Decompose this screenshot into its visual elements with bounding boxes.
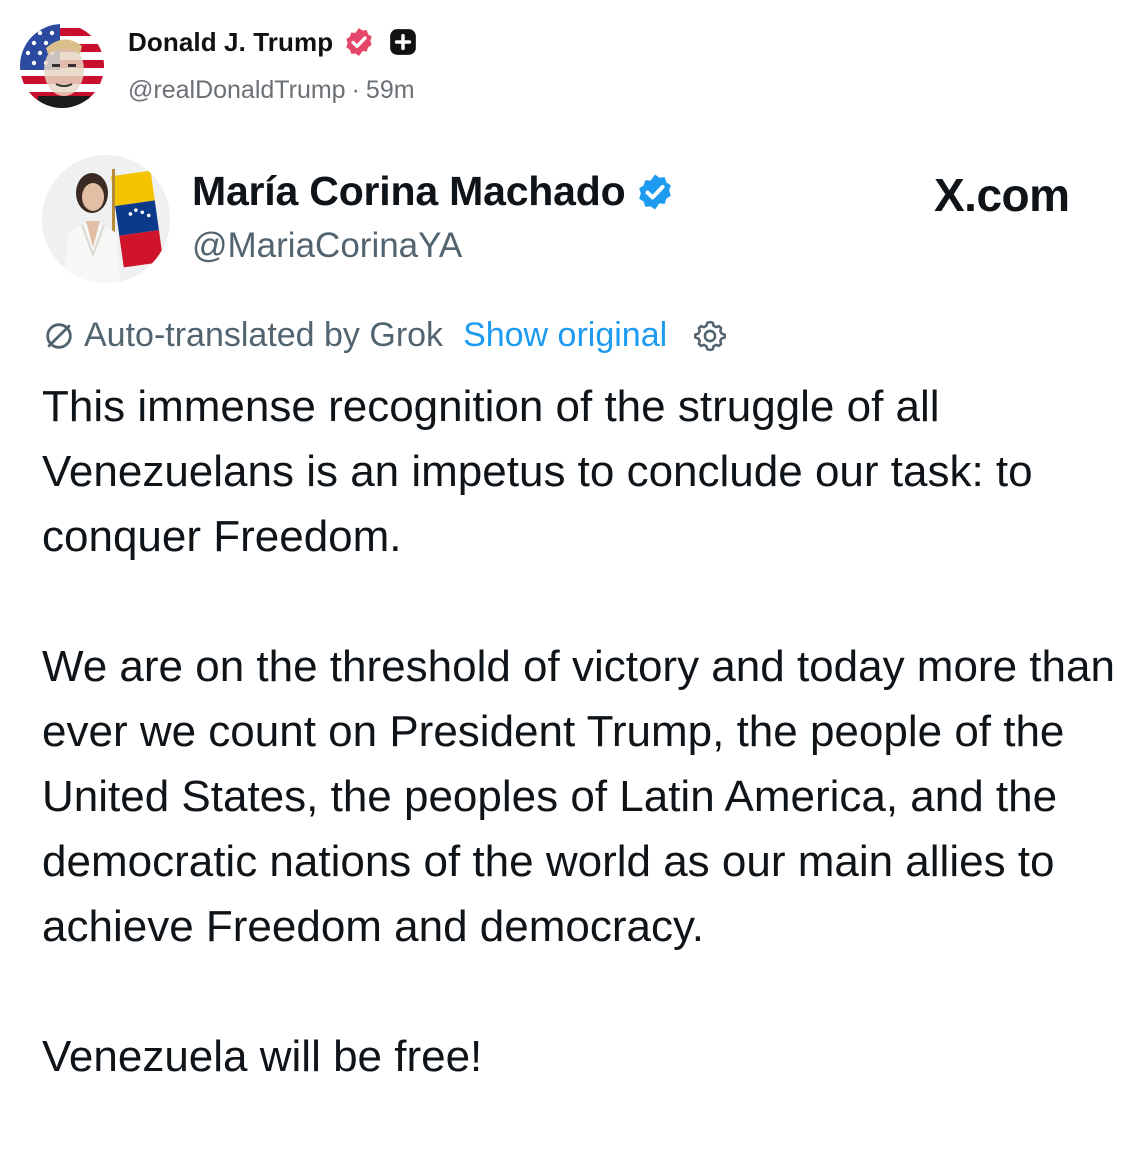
translation-bar: Auto-translated by Grok Show original [42,316,729,355]
translation-label: Auto-translated by Grok [84,316,444,354]
author-line: Donald J. Trump [128,26,417,58]
verified-badge-icon [343,26,375,58]
tweet-body: This immense recognition of the struggle… [42,374,1122,1089]
plus-badge-icon [389,28,417,56]
post-header: Donald J. Trump @realDonaldTrump · 59m [20,24,720,108]
not-translated-icon [42,319,76,353]
verified-blue-icon [635,172,675,212]
embed-avatar [42,155,170,283]
embed-author-name: María Corina Machado [192,168,626,214]
tweet-paragraph-2: We are on the threshold of victory and t… [42,642,1115,951]
author-name[interactable]: Donald J. Trump [128,27,333,58]
source-label: X.com [934,169,1070,221]
meta-separator: · [351,76,360,104]
tweet-paragraph-1: This immense recognition of the struggle… [42,382,1033,561]
gear-icon [691,317,729,355]
embed-author-handle: @MariaCorinaYA [192,226,463,265]
embed-avatar-image [42,155,170,283]
tweet-paragraph-3: Venezuela will be free! [42,1032,483,1081]
embedded-tweet: María Corina Machado @MariaCorinaYA X.co… [0,130,1136,1162]
author-avatar[interactable] [20,24,104,108]
author-meta: @realDonaldTrump · 59m [128,76,415,105]
post-timestamp[interactable]: 59m [366,76,415,104]
embed-name-line: María Corina Machado [192,168,675,215]
avatar-image [20,24,104,108]
author-handle[interactable]: @realDonaldTrump [128,76,346,104]
show-original-link: Show original [463,316,668,354]
